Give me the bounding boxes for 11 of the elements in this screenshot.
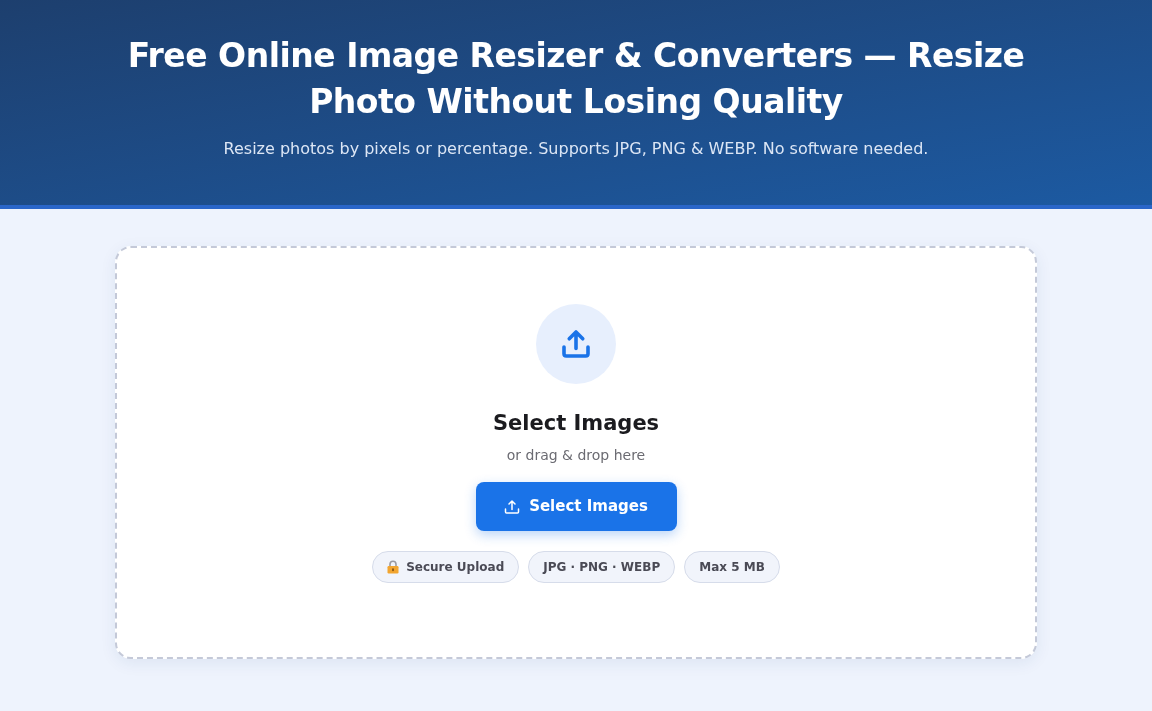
page-subtitle: Resize photos by pixels or percentage. Supports JPG, PNG & WEBP. No software needed. xyxy=(223,138,929,160)
select-images-button[interactable]: Select Images xyxy=(475,482,677,531)
info-badge: Max 5 MB xyxy=(684,551,780,583)
upload-dropzone[interactable]: Select Images or drag & drop here Select Images Secure Upload JPG · PNG · WEBP Max 5 MB xyxy=(115,246,1037,659)
upload-heading: Select Images xyxy=(492,410,660,437)
info-badge: JPG · PNG · WEBP xyxy=(528,551,676,583)
upload-hint: or drag & drop here xyxy=(506,446,646,465)
lock-icon xyxy=(387,560,400,574)
page-title: Free Online Image Resizer & Converters — Resize Photo Without Losing Quality xyxy=(126,35,1026,123)
upload-icon xyxy=(504,498,521,515)
info-badge: Secure Upload xyxy=(372,551,520,583)
